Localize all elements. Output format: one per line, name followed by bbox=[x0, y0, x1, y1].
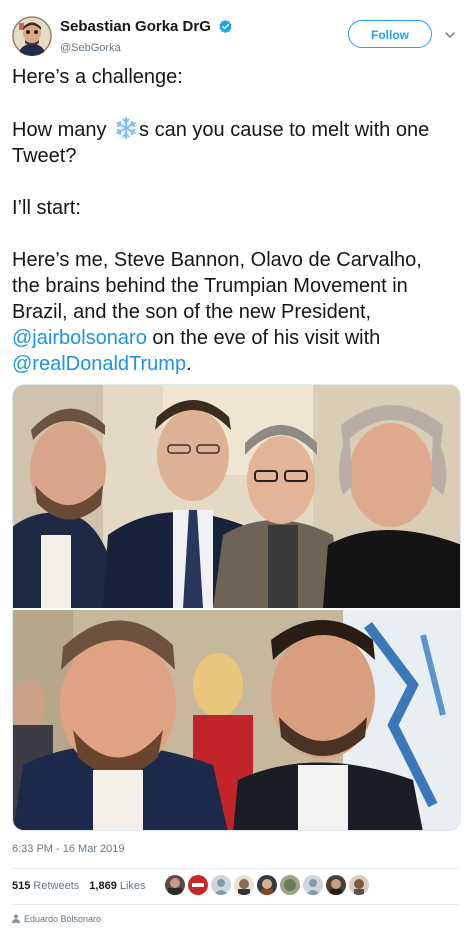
tweet-header: Sebastian Gorka DrG @SebGorka Follow bbox=[12, 14, 462, 58]
photo-top bbox=[13, 385, 460, 608]
liker-avatar[interactable] bbox=[325, 874, 347, 896]
mention-link[interactable]: @realDonaldTrump bbox=[12, 353, 186, 375]
tweet-card: Sebastian Gorka DrG @SebGorka Follow Her… bbox=[0, 0, 471, 931]
tweet-line: I’ll start: bbox=[12, 197, 81, 219]
divider bbox=[12, 904, 459, 905]
divider bbox=[12, 868, 459, 869]
tweet-line: Here’s a challenge: bbox=[12, 66, 183, 88]
liker-avatar[interactable] bbox=[187, 874, 209, 896]
liker-avatar[interactable] bbox=[279, 874, 301, 896]
user-name-block: Sebastian Gorka DrG @SebGorka bbox=[60, 18, 233, 54]
liker-avatar[interactable] bbox=[233, 874, 255, 896]
tweet-photo[interactable] bbox=[12, 384, 461, 831]
likes-label: Likes bbox=[119, 880, 146, 892]
snowflake-icon bbox=[114, 116, 138, 140]
user-handle[interactable]: @SebGorka bbox=[60, 42, 233, 54]
liker-avatar[interactable] bbox=[302, 874, 324, 896]
tweet-line: Here’s me, Steve Bannon, Olavo de Carval… bbox=[12, 247, 452, 377]
person-icon bbox=[12, 914, 20, 923]
liker-avatar[interactable] bbox=[348, 874, 370, 896]
tweet-text-segment: How many bbox=[12, 119, 113, 141]
follow-button[interactable]: Follow bbox=[348, 20, 432, 48]
likes-count: 1,869 bbox=[89, 880, 117, 892]
tweet-text-segment: on the eve of his visit with bbox=[146, 327, 381, 349]
tweet-timestamp[interactable]: 6:33 PM - 16 Mar 2019 bbox=[12, 843, 125, 855]
verified-badge-icon bbox=[218, 19, 233, 34]
liker-avatar[interactable] bbox=[210, 874, 232, 896]
tweet-text-segment: Here’s me, Steve Bannon, Olavo de Carval… bbox=[12, 249, 422, 323]
likes-stat[interactable]: 1,869 Likes bbox=[89, 880, 145, 892]
chevron-down-icon[interactable] bbox=[444, 28, 456, 40]
liker-avatar[interactable] bbox=[256, 874, 278, 896]
liker-avatar[interactable] bbox=[164, 874, 186, 896]
tweet-footer: Eduardo Bolsonaro bbox=[12, 914, 101, 924]
footer-user[interactable]: Eduardo Bolsonaro bbox=[24, 914, 101, 924]
tweet-text-segment: . bbox=[186, 353, 192, 375]
mention-link[interactable]: @jairbolsonaro bbox=[12, 327, 147, 349]
photo-bottom bbox=[13, 610, 460, 830]
tweet-line: How many s can you cause to melt with on… bbox=[12, 116, 452, 169]
avatar[interactable] bbox=[12, 16, 52, 56]
retweets-label: Retweets bbox=[33, 880, 80, 892]
retweets-count: 515 bbox=[12, 880, 31, 892]
tweet-text: Here’s a challenge: How many s can you c… bbox=[12, 64, 452, 377]
display-name[interactable]: Sebastian Gorka DrG bbox=[60, 18, 211, 35]
retweets-stat[interactable]: 515 Retweets bbox=[12, 880, 79, 892]
engagement-stats: 515 Retweets 1,869 Likes bbox=[12, 880, 146, 892]
